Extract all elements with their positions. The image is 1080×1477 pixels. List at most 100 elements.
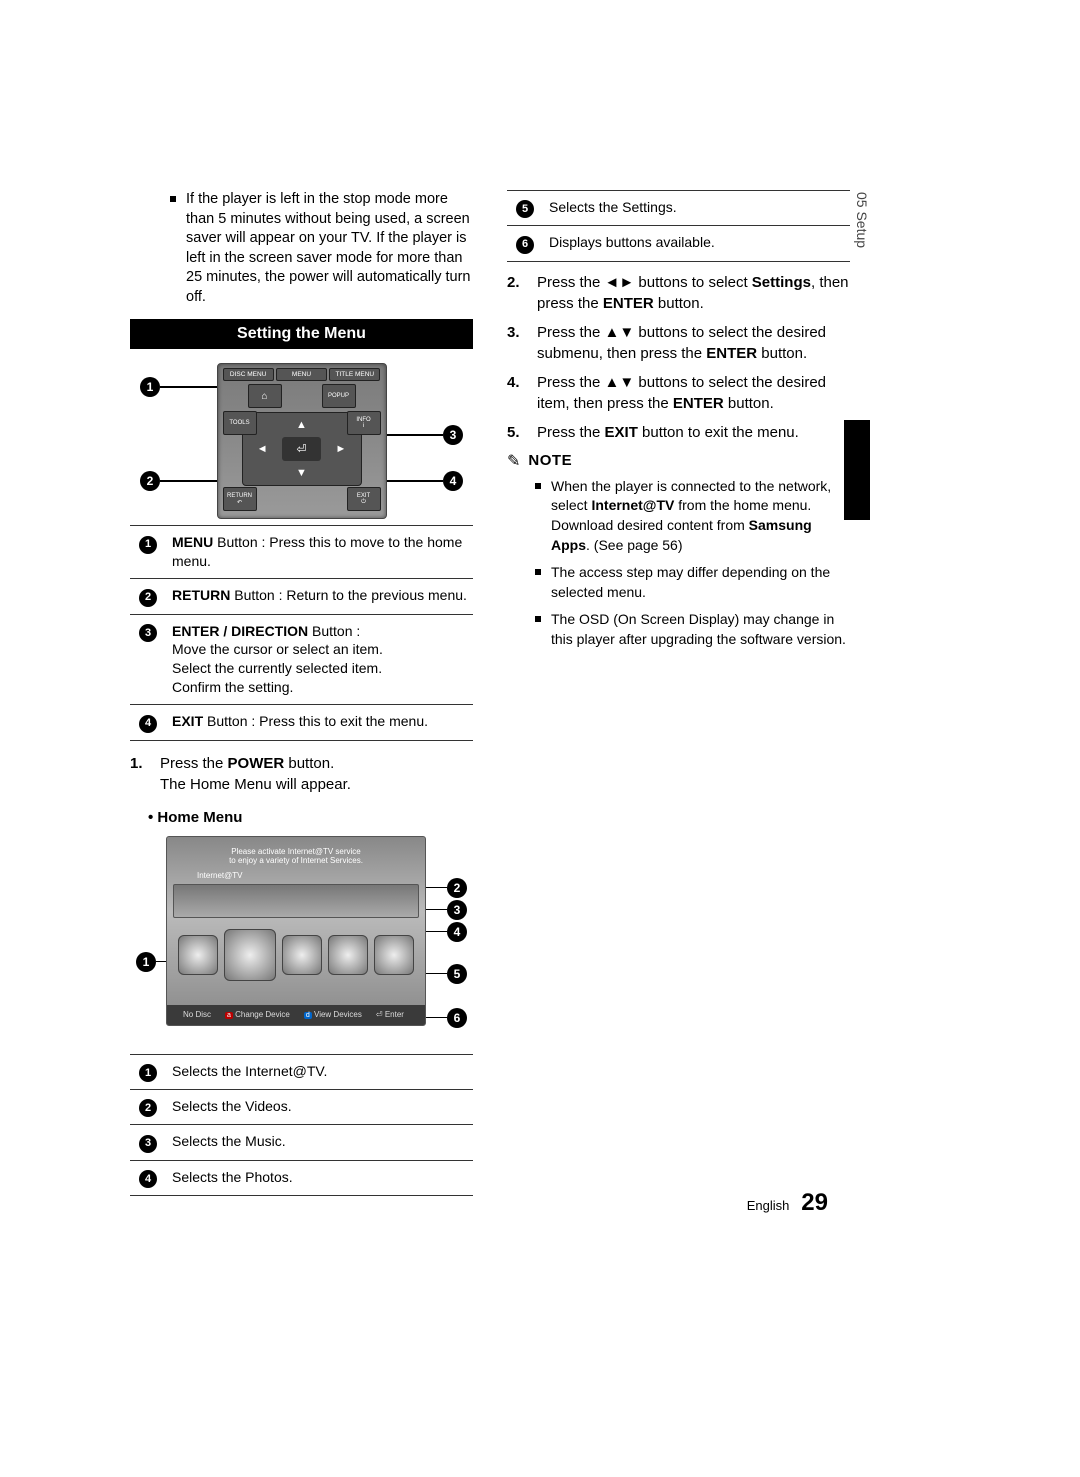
- callout-3: 3: [447, 900, 467, 920]
- home-itv-label: Internet@TV: [167, 869, 425, 882]
- table-row: 5Selects the Settings.: [507, 191, 850, 226]
- t: button.: [284, 755, 334, 772]
- home-menu-heading: • Home Menu: [148, 809, 473, 826]
- callout-4: 4: [447, 922, 467, 942]
- callout-line: [383, 434, 443, 436]
- remote-dpad: ▲ ◄⏎► ▼: [242, 412, 362, 486]
- carousel-item: [282, 935, 322, 975]
- step-num: 5.: [507, 422, 527, 443]
- row-num: 4: [130, 1160, 166, 1195]
- t: View Devices: [314, 1010, 362, 1019]
- row-text: EXIT Button : Press this to exit the men…: [166, 705, 473, 740]
- step-text: Press the ◄► buttons to select Settings,…: [537, 272, 850, 314]
- note-list: When the player is connected to the netw…: [535, 477, 850, 650]
- remote-btn-return: RETURN↶: [223, 487, 257, 511]
- section-side-tab: 05 Setup: [854, 192, 870, 248]
- row-text: Selects the Internet@TV.: [166, 1054, 473, 1089]
- remote-btn-title-menu: TITLE MENU: [329, 368, 380, 381]
- row-num: 6: [507, 226, 543, 261]
- carousel-item: [374, 935, 414, 975]
- row-text: RETURN Button : Return to the previous m…: [166, 579, 473, 614]
- callout-line: [383, 480, 443, 482]
- row-num: 1: [130, 526, 166, 579]
- dpad-down-icon: ▼: [282, 461, 321, 485]
- bullet-icon: [170, 196, 176, 202]
- row-text: Displays buttons available.: [543, 226, 850, 261]
- t: The Home Menu will appear.: [160, 776, 351, 793]
- row-num: 5: [507, 191, 543, 226]
- dpad-enter-icon: ⏎: [282, 437, 321, 461]
- step-num: 3.: [507, 322, 527, 364]
- home-carousel: [167, 924, 425, 986]
- table-row: 4Selects the Photos.: [130, 1160, 473, 1195]
- left-steps: 1. Press the POWER button. The Home Menu…: [130, 753, 473, 795]
- section-header-setting-menu: Setting the Menu: [130, 319, 473, 349]
- table-row: 1MENU Button : Press this to move to the…: [130, 526, 473, 579]
- remote-btn-exit: EXIT⏻: [347, 487, 381, 511]
- bottom-nodisc: No Disc: [183, 1010, 211, 1019]
- step-text: Press the POWER button. The Home Menu wi…: [160, 753, 351, 795]
- callout-2: 2: [447, 878, 467, 898]
- table-row: 1Selects the Internet@TV.: [130, 1054, 473, 1089]
- home-desc-table-left: 1Selects the Internet@TV.2Selects the Vi…: [130, 1054, 473, 1197]
- row-num: 2: [130, 579, 166, 614]
- table-row: 3Selects the Music.: [130, 1125, 473, 1160]
- intro-text: If the player is left in the stop mode m…: [186, 190, 473, 307]
- left-column: If the player is left in the stop mode m…: [130, 190, 473, 1196]
- step-item: 2.Press the ◄► buttons to select Setting…: [507, 272, 850, 314]
- intro-bullet: If the player is left in the stop mode m…: [170, 190, 473, 307]
- step-text: Press the ▲▼ buttons to select the desir…: [537, 322, 850, 364]
- right-steps: 2.Press the ◄► buttons to select Setting…: [507, 272, 850, 443]
- row-num: 4: [130, 705, 166, 740]
- t: Please activate Internet@TV service: [231, 847, 361, 856]
- note-text: The access step may differ depending on …: [551, 563, 850, 602]
- step-item: 4.Press the ▲▼ buttons to select the des…: [507, 372, 850, 414]
- callout-1: 1: [136, 952, 156, 972]
- dpad-right-icon: ►: [321, 437, 360, 461]
- step-text: Press the ▲▼ buttons to select the desir…: [537, 372, 850, 414]
- note-item: The access step may differ depending on …: [535, 563, 850, 602]
- row-num: 3: [130, 614, 166, 705]
- dpad-up-icon: ▲: [282, 413, 321, 437]
- table-row: 2Selects the Videos.: [130, 1089, 473, 1124]
- bottom-view: d View Devices: [304, 1010, 362, 1019]
- note-icon: ✎: [507, 451, 520, 471]
- step-item: 5.Press the EXIT button to exit the menu…: [507, 422, 850, 443]
- home-screen: Please activate Internet@TV service to e…: [166, 836, 426, 1026]
- t: Enter: [385, 1010, 404, 1019]
- page-footer: English 29: [747, 1189, 828, 1217]
- table-row: 6Displays buttons available.: [507, 226, 850, 261]
- row-num: 3: [130, 1125, 166, 1160]
- step-1: 1. Press the POWER button. The Home Menu…: [130, 753, 473, 795]
- table-row: 2RETURN Button : Return to the previous …: [130, 579, 473, 614]
- carousel-item: [224, 929, 276, 981]
- remote-btn-menu: MENU: [276, 368, 327, 381]
- note-text: NOTE: [528, 452, 572, 469]
- bottom-change: a Change Device: [225, 1010, 290, 1019]
- row-num: 2: [130, 1089, 166, 1124]
- remote-desc-table: 1MENU Button : Press this to move to the…: [130, 525, 473, 740]
- t: to enjoy a variety of Internet Services.: [229, 856, 363, 865]
- t: Press the: [160, 755, 228, 772]
- table-row: 3ENTER / DIRECTION Button :Move the curs…: [130, 614, 473, 705]
- right-column: 5Selects the Settings.6Displays buttons …: [507, 190, 850, 1196]
- home-itv-bar: [173, 884, 419, 918]
- step-item: 3.Press the ▲▼ buttons to select the des…: [507, 322, 850, 364]
- carousel-item: [328, 935, 368, 975]
- callout-6: 6: [447, 1008, 467, 1028]
- page-columns: If the player is left in the stop mode m…: [130, 190, 850, 1196]
- callout-3: 3: [443, 425, 463, 445]
- home-desc-table-right: 5Selects the Settings.6Displays buttons …: [507, 190, 850, 262]
- dpad-left-icon: ◄: [243, 437, 282, 461]
- remote-diagram: 1 2 3 4 DISC MENU MENU TITLE MENU ⌂ POPU…: [140, 363, 463, 513]
- bottom-enter: ⏎ Enter: [376, 1010, 404, 1019]
- bullet-icon: [535, 483, 541, 489]
- callout-5: 5: [447, 964, 467, 984]
- note-item: When the player is connected to the netw…: [535, 477, 850, 555]
- footer-language: English: [747, 1198, 790, 1213]
- callout-2: 2: [140, 471, 160, 491]
- bullet-icon: [535, 569, 541, 575]
- footer-page-number: 29: [801, 1189, 828, 1216]
- t: Change Device: [235, 1010, 290, 1019]
- carousel-item: [178, 935, 218, 975]
